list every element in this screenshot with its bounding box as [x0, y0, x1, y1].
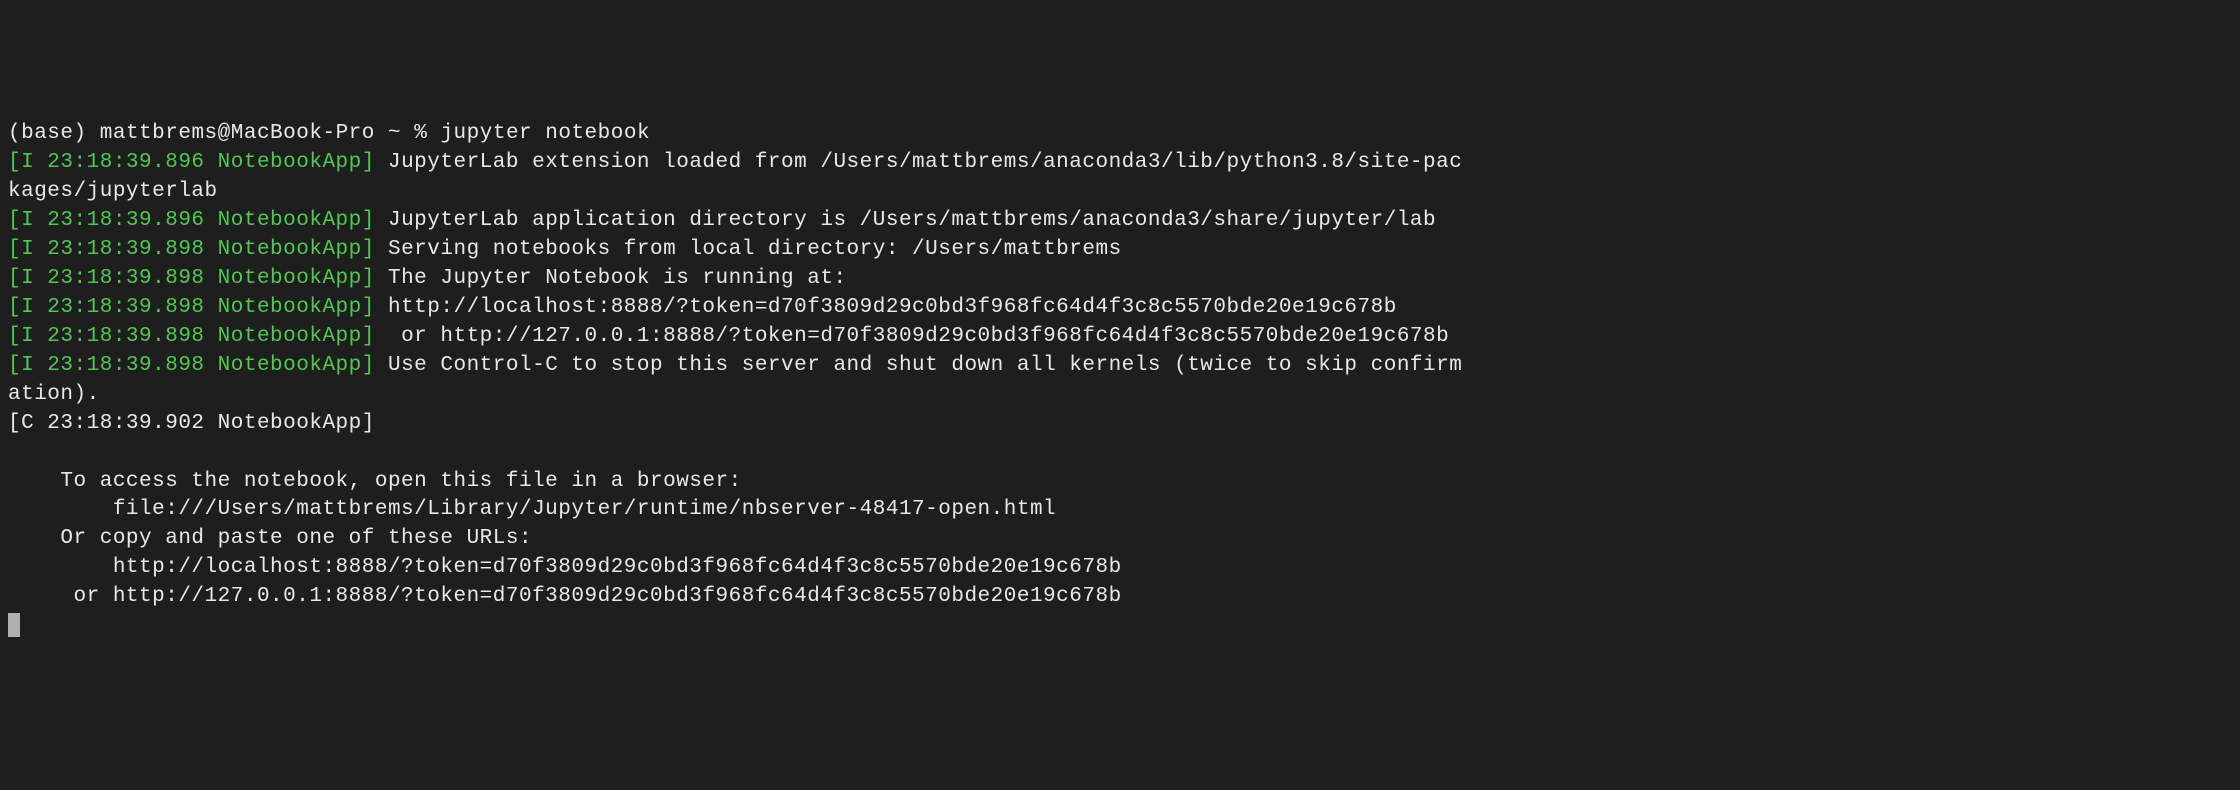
log-tag: [I 23:18:39.896 NotebookApp]	[8, 151, 375, 174]
log-tag: [I 23:18:39.898 NotebookApp]	[8, 354, 375, 377]
access-line-4: http://localhost:8888/?token=d70f3809d29…	[8, 554, 2232, 583]
log-tag: [I 23:18:39.898 NotebookApp]	[8, 267, 375, 290]
log-text-cont: kages/jupyterlab	[8, 180, 218, 203]
cursor-line[interactable]	[8, 612, 2232, 641]
critical-tag: [C 23:18:39.902 NotebookApp]	[8, 412, 375, 435]
log-line-1: [I 23:18:39.896 NotebookApp] JupyterLab …	[8, 207, 2232, 236]
log-line-0-cont: kages/jupyterlab	[8, 178, 2232, 207]
log-line-6: [I 23:18:39.898 NotebookApp] Use Control…	[8, 352, 2232, 381]
log-line-4: [I 23:18:39.898 NotebookApp] http://loca…	[8, 294, 2232, 323]
log-line-6-cont: ation).	[8, 381, 2232, 410]
access-line-2: file:///Users/mattbrems/Library/Jupyter/…	[8, 496, 2232, 525]
log-text: Serving notebooks from local directory: …	[388, 238, 1122, 261]
prompt-user-host: mattbrems@MacBook-Pro	[100, 122, 375, 145]
log-line-2: [I 23:18:39.898 NotebookApp] Serving not…	[8, 236, 2232, 265]
cursor-icon	[8, 613, 20, 637]
blank-line	[8, 439, 2232, 468]
prompt-path: ~	[388, 122, 401, 145]
access-line-3: Or copy and paste one of these URLs:	[8, 525, 2232, 554]
log-tag: [I 23:18:39.896 NotebookApp]	[8, 209, 375, 232]
command-input[interactable]: jupyter notebook	[440, 122, 650, 145]
access-text: Or copy and paste one of these URLs:	[8, 527, 532, 550]
log-text: JupyterLab extension loaded from /Users/…	[388, 151, 1462, 174]
log-text: Use Control-C to stop this server and sh…	[388, 354, 1462, 377]
log-text-cont: ation).	[8, 383, 100, 406]
log-line-5: [I 23:18:39.898 NotebookApp] or http://1…	[8, 323, 2232, 352]
log-text: or http://127.0.0.1:8888/?token=d70f3809…	[388, 325, 1449, 348]
access-line-1: To access the notebook, open this file i…	[8, 468, 2232, 497]
prompt-line: (base) mattbrems@MacBook-Pro ~ % jupyter…	[8, 120, 2232, 149]
log-tag: [I 23:18:39.898 NotebookApp]	[8, 238, 375, 261]
access-text: To access the notebook, open this file i…	[8, 470, 742, 493]
access-line-5: or http://127.0.0.1:8888/?token=d70f3809…	[8, 583, 2232, 612]
log-line-0: [I 23:18:39.896 NotebookApp] JupyterLab …	[8, 149, 2232, 178]
access-text: http://localhost:8888/?token=d70f3809d29…	[8, 556, 1122, 579]
log-line-3: [I 23:18:39.898 NotebookApp] The Jupyter…	[8, 265, 2232, 294]
log-text: http://localhost:8888/?token=d70f3809d29…	[388, 296, 1397, 319]
log-text: The Jupyter Notebook is running at:	[388, 267, 847, 290]
log-text: JupyterLab application directory is /Use…	[388, 209, 1436, 232]
log-tag: [I 23:18:39.898 NotebookApp]	[8, 296, 375, 319]
critical-line: [C 23:18:39.902 NotebookApp]	[8, 410, 2232, 439]
prompt-symbol: %	[414, 122, 427, 145]
access-text: or http://127.0.0.1:8888/?token=d70f3809…	[8, 585, 1122, 608]
prompt-env: (base)	[8, 122, 87, 145]
access-text: file:///Users/mattbrems/Library/Jupyter/…	[8, 498, 1056, 521]
log-tag: [I 23:18:39.898 NotebookApp]	[8, 325, 375, 348]
